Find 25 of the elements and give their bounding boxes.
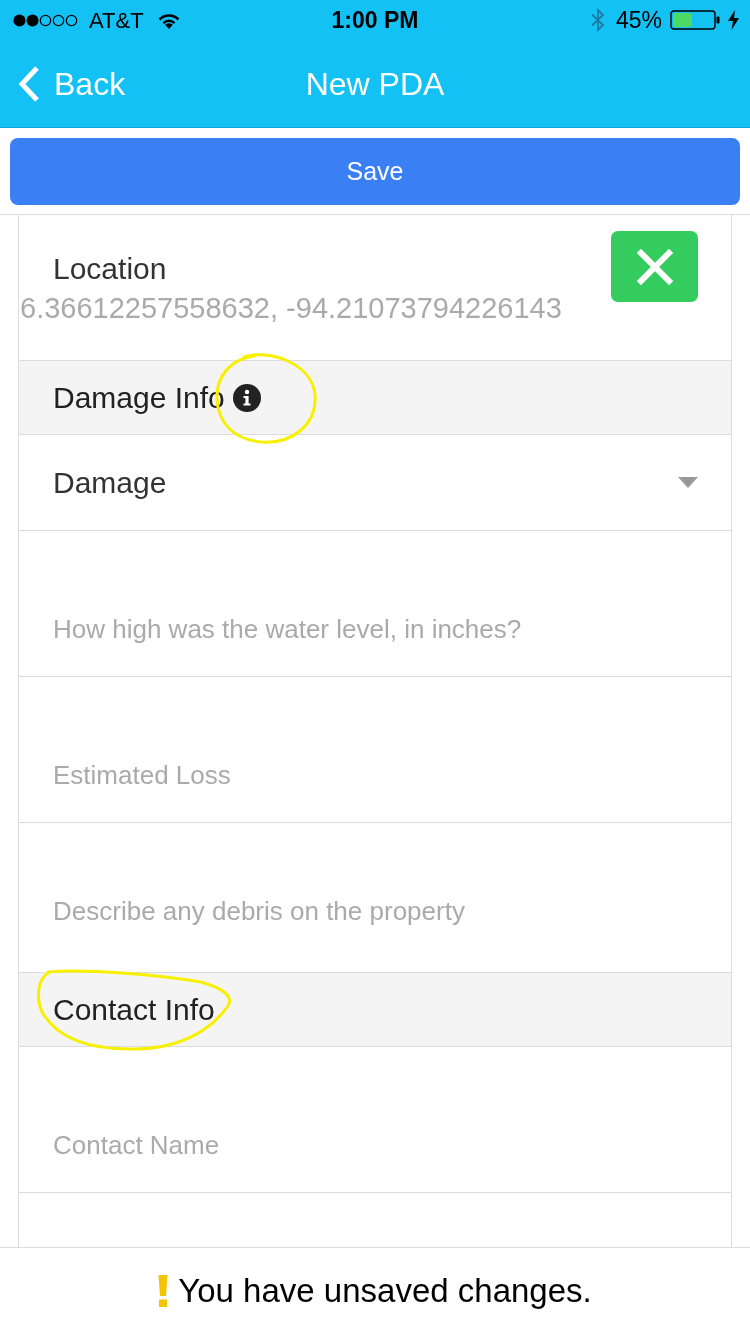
screen-title: New PDA: [305, 64, 445, 104]
location-label: Location: [53, 251, 167, 287]
wifi-icon: [156, 11, 181, 29]
bluetooth-icon: [590, 8, 605, 32]
back-button[interactable]: Back: [0, 59, 126, 108]
input-field[interactable]: Estimated Loss: [53, 757, 697, 793]
charging-bolt-icon: [728, 10, 739, 30]
location-coordinates: 6.36612257558632, -94.21073794226143: [20, 291, 562, 326]
carrier-name: AT&T: [89, 6, 144, 35]
caret-down-icon: [678, 477, 698, 488]
chevron-left-icon: [17, 64, 41, 103]
battery-percent: 45%: [615, 5, 662, 35]
input-field[interactable]: Contact Name: [53, 1127, 697, 1163]
exclamation-icon: [158, 1275, 169, 1307]
close-icon: [636, 248, 673, 285]
signal-strength-icon: [13, 13, 79, 27]
damage-dropdown[interactable]: Damage: [53, 457, 697, 508]
text-area-field[interactable]: Describe any debris on the property: [53, 893, 697, 929]
unsaved-changes-message: You have unsaved changes.: [178, 1271, 592, 1312]
section-title: Contact Info: [53, 991, 215, 1028]
save-button[interactable]: Save: [10, 138, 740, 205]
clear-location-button[interactable]: [611, 231, 698, 302]
status-time: 1:00 PM: [331, 5, 419, 35]
input-field[interactable]: How high was the water level, in inches?: [53, 611, 697, 647]
battery-icon: [670, 10, 720, 30]
